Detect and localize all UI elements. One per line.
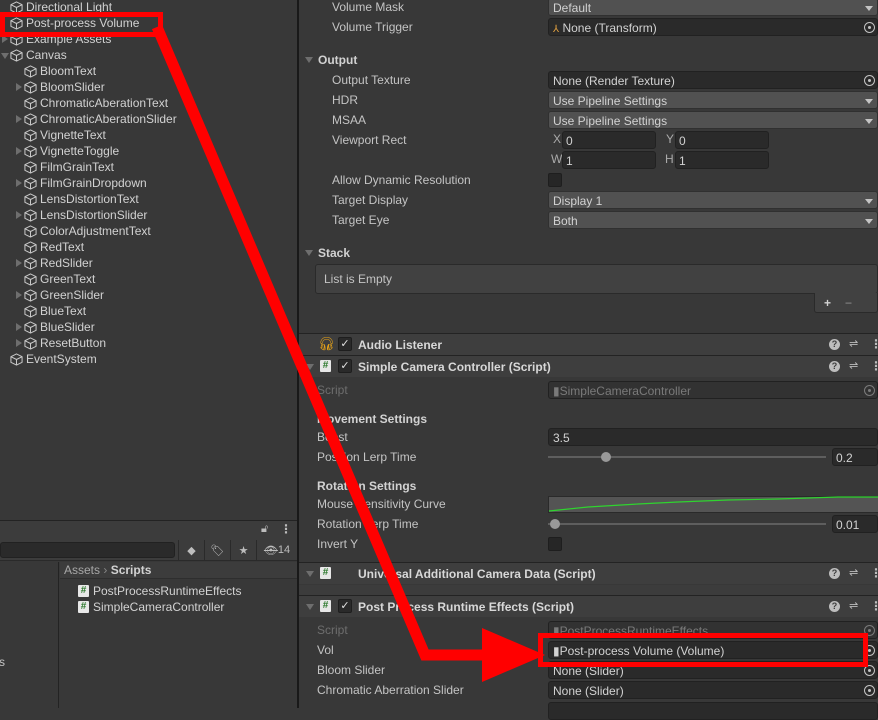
arrow-head bbox=[482, 628, 545, 682]
highlight-box-vol-field bbox=[538, 633, 868, 667]
arrow-line bbox=[157, 27, 485, 655]
annotation-arrow bbox=[0, 0, 878, 708]
